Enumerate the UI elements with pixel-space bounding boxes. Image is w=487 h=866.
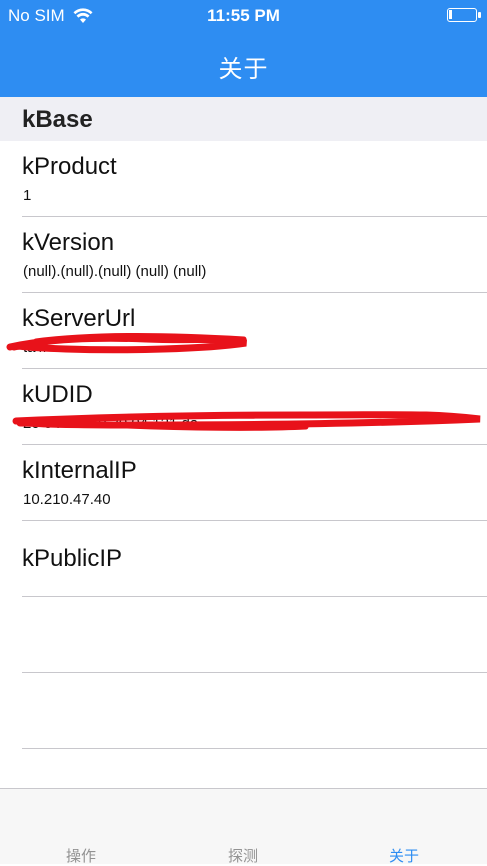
table-row-udid[interactable]: kUDID 20 04 0 3a 0 30 04 121 da <box>0 369 487 445</box>
row-title: kPublicIP <box>22 545 123 572</box>
info-table[interactable]: kProduct 1 kVersion (null).(null).(null)… <box>0 141 487 749</box>
redaction-scribble <box>12 411 481 431</box>
table-row-public-ip[interactable]: kPublicIP <box>0 521 487 597</box>
row-value: 10.210.47.40 <box>23 491 111 508</box>
navigation-bar: No SIM 11:55 PM 关于 <box>0 0 487 97</box>
row-title: kUDID <box>22 381 93 408</box>
tab-bar: 操作 探测 关于 <box>0 788 487 865</box>
row-title: kProduct <box>22 153 117 180</box>
row-value: (null).(null).(null) (null) (null) <box>23 263 207 280</box>
table-row-server-url[interactable]: kServerUrl ta // <box>0 293 487 369</box>
row-value: 1 <box>23 187 32 204</box>
table-row-empty <box>0 597 487 673</box>
status-time: 11:55 PM <box>207 6 280 25</box>
section-header: kBase <box>0 97 487 141</box>
table-row-internal-ip[interactable]: kInternalIP 10.210.47.40 <box>0 445 487 521</box>
page-title: 关于 <box>218 56 269 83</box>
row-title: kVersion <box>22 229 115 256</box>
row-title: kInternalIP <box>22 457 137 484</box>
redaction-scribble <box>6 333 248 354</box>
table-row-empty <box>0 673 487 749</box>
row-divider <box>22 748 487 749</box>
table-row-product[interactable]: kProduct 1 <box>0 141 487 217</box>
section-title: kBase <box>22 106 93 133</box>
table-row-version[interactable]: kVersion (null).(null).(null) (null) (nu… <box>0 217 487 293</box>
status-bar: No SIM 11:55 PM <box>0 0 487 32</box>
battery-icon <box>447 8 481 22</box>
